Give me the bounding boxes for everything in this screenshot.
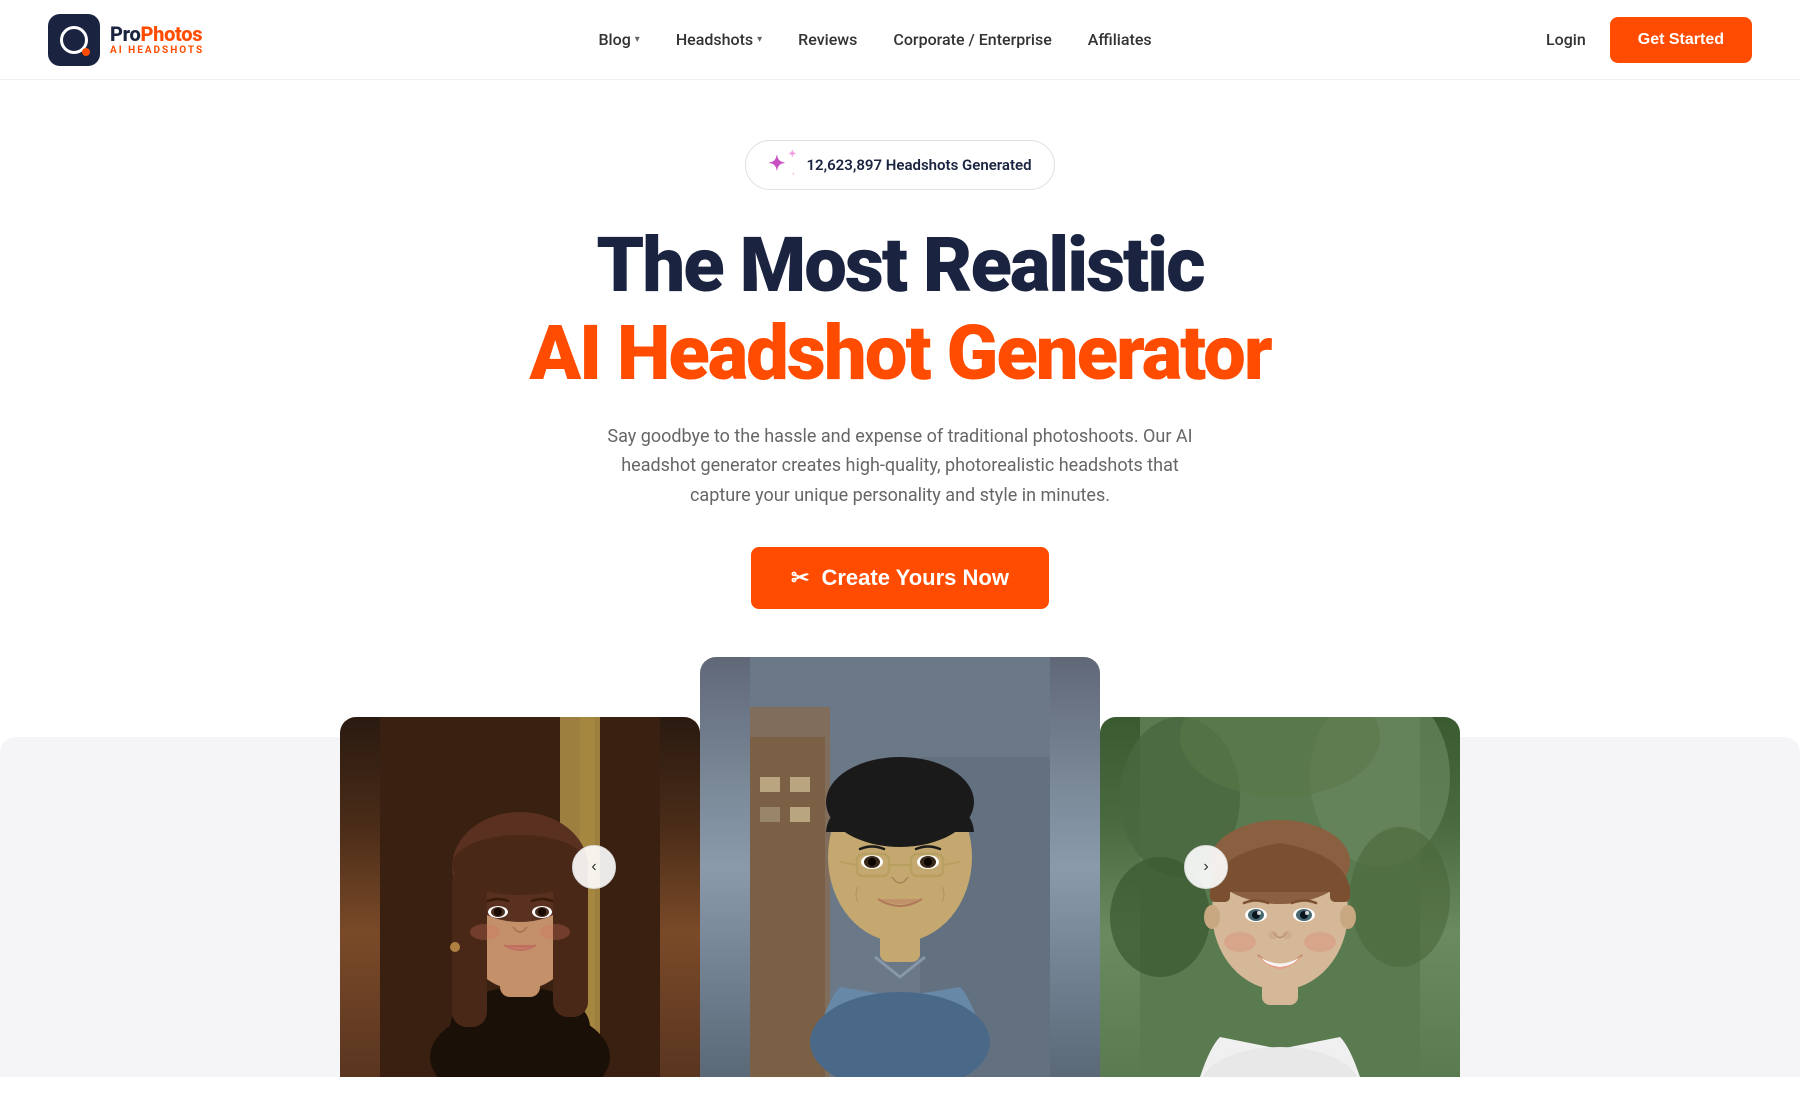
- logo-highlight: Photos: [140, 22, 202, 46]
- logo[interactable]: ProPhotos AI HEADSHOTS: [48, 14, 204, 66]
- login-link[interactable]: Login: [1546, 30, 1586, 49]
- navbar: ProPhotos AI HEADSHOTS Blog ▾ Headshots …: [0, 0, 1800, 80]
- gallery-arrow-right[interactable]: ›: [1184, 845, 1228, 889]
- nav-label-affiliates: Affiliates: [1088, 30, 1152, 49]
- nav-link-reviews[interactable]: Reviews: [798, 30, 857, 49]
- nav-link-corporate[interactable]: Corporate / Enterprise: [893, 30, 1051, 49]
- logo-icon: [48, 14, 100, 66]
- chevron-down-icon: ▾: [635, 34, 640, 45]
- person-silhouette-center: [700, 657, 1100, 1077]
- nav-item-headshots[interactable]: Headshots ▾: [676, 30, 762, 49]
- create-yours-button[interactable]: ✂ Create Yours Now: [751, 547, 1049, 609]
- gallery-photo-center: [700, 657, 1100, 1077]
- nav-label-headshots: Headshots: [676, 30, 753, 49]
- gallery-photo-left: [340, 717, 700, 1077]
- nav-item-reviews[interactable]: Reviews: [798, 30, 857, 49]
- get-started-button[interactable]: Get Started: [1610, 17, 1752, 63]
- nav-links: Blog ▾ Headshots ▾ Reviews Corporate / E…: [598, 30, 1151, 49]
- person-silhouette-right: [1100, 717, 1460, 1077]
- logo-main-text: ProPhotos: [110, 23, 204, 45]
- nav-link-affiliates[interactable]: Affiliates: [1088, 30, 1152, 49]
- nav-link-blog[interactable]: Blog ▾: [598, 30, 639, 49]
- person-silhouette-left: [340, 717, 700, 1077]
- logo-text: ProPhotos AI HEADSHOTS: [110, 23, 204, 56]
- gallery-arrow-left[interactable]: ‹: [572, 845, 616, 889]
- gallery-wrapper: ‹: [0, 657, 1800, 1077]
- cta-label: Create Yours Now: [821, 565, 1008, 591]
- hero-description: Say goodbye to the hassle and expense of…: [590, 422, 1210, 511]
- hero-title-line1: The Most Realistic: [20, 226, 1780, 306]
- hero-title-line2: AI Headshot Generator: [20, 314, 1780, 394]
- wand-icon: ✂: [791, 565, 809, 591]
- sparkle-icon: ✦ ✦ ·: [768, 151, 796, 179]
- gallery-photo-right: [1100, 717, 1460, 1077]
- logo-dot: [82, 48, 90, 56]
- nav-label-reviews: Reviews: [798, 30, 857, 49]
- logo-sub-text: AI HEADSHOTS: [110, 45, 204, 56]
- hero-section: ✦ ✦ · 12,623,897 Headshots Generated The…: [0, 80, 1800, 657]
- badge-text: 12,623,897 Headshots Generated: [806, 156, 1031, 174]
- chevron-down-icon: ▾: [757, 34, 762, 45]
- nav-item-affiliates[interactable]: Affiliates: [1088, 30, 1152, 49]
- nav-link-headshots[interactable]: Headshots ▾: [676, 30, 762, 49]
- photo-gallery: [340, 657, 1460, 1077]
- headshots-badge: ✦ ✦ · 12,623,897 Headshots Generated: [745, 140, 1054, 190]
- chevron-right-icon: ›: [1203, 858, 1208, 876]
- chevron-left-icon: ‹: [591, 858, 596, 876]
- nav-actions: Login Get Started: [1546, 17, 1752, 63]
- nav-label-blog: Blog: [598, 30, 630, 49]
- nav-item-corporate[interactable]: Corporate / Enterprise: [893, 30, 1051, 49]
- nav-label-corporate: Corporate / Enterprise: [893, 30, 1051, 49]
- nav-item-blog[interactable]: Blog ▾: [598, 30, 639, 49]
